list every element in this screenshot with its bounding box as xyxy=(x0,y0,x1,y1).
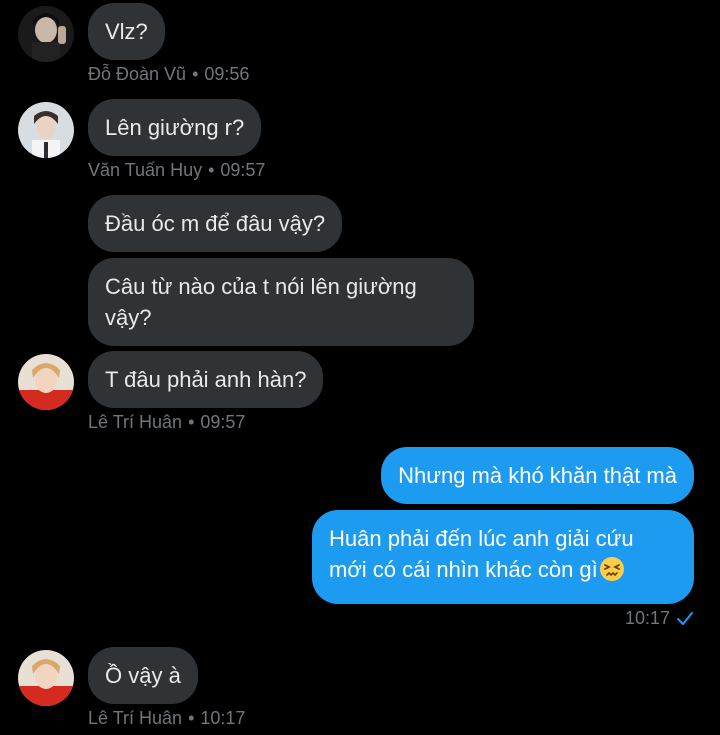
check-icon xyxy=(676,611,694,632)
message-text: Đầu óc m để đâu vậy? xyxy=(105,211,326,236)
outgoing-message-bubble[interactable]: Huân phải đến lúc anh giải cứu mới có cá… xyxy=(312,510,694,604)
message-bubble[interactable]: Ồ vậy à xyxy=(88,647,198,704)
sender-name[interactable]: Văn Tuấn Huy xyxy=(88,160,202,180)
message-text: Nhưng mà khó khăn thật mà xyxy=(398,463,677,488)
message-bubble[interactable]: Lên giường r? xyxy=(88,99,262,156)
message-meta: Đỗ Đoàn Vũ • 09:56 xyxy=(88,64,249,85)
message-meta: Lê Trí Huân • 09:57 xyxy=(88,412,245,433)
avatar-photo xyxy=(18,354,74,410)
persevering-face-icon xyxy=(599,556,625,590)
message-text: T đâu phải anh hàn? xyxy=(105,367,307,392)
message-bubble[interactable]: Đầu óc m để đâu vậy? xyxy=(88,195,343,252)
message-meta: 10:17 xyxy=(625,608,694,632)
message-text: Ồ vậy à xyxy=(105,663,181,688)
separator: • xyxy=(192,64,199,84)
timestamp: 10:17 xyxy=(200,708,246,728)
separator: • xyxy=(208,160,215,180)
avatar[interactable] xyxy=(18,102,74,158)
timestamp: 09:57 xyxy=(200,412,246,432)
message-meta: Văn Tuấn Huy • 09:57 xyxy=(88,160,265,181)
avatar-photo xyxy=(18,6,74,62)
message-text: Lên giường r? xyxy=(105,115,245,140)
sender-name[interactable]: Lê Trí Huân xyxy=(88,412,182,432)
sender-name[interactable]: Lê Trí Huân xyxy=(88,708,182,728)
outgoing-message-bubble[interactable]: Nhưng mà khó khăn thật mà xyxy=(381,447,694,504)
avatar[interactable] xyxy=(18,650,74,706)
message-text: Vlz? xyxy=(105,19,148,44)
separator: • xyxy=(188,412,195,432)
message-text-line: Huân phải đến lúc anh giải cứu xyxy=(329,526,634,551)
message-bubble[interactable]: Câu từ nào của t nói lên giường vậy? xyxy=(88,258,474,346)
avatar[interactable] xyxy=(18,354,74,410)
avatar[interactable] xyxy=(18,6,74,62)
avatar-photo xyxy=(18,102,74,158)
avatar-photo xyxy=(18,650,74,706)
message-bubble[interactable]: T đâu phải anh hàn? xyxy=(88,351,324,408)
message-text-line: Câu từ nào của t nói lên giường xyxy=(105,274,417,299)
message-text-line: mới có cái nhìn khác còn gì xyxy=(329,557,598,582)
timestamp: 09:56 xyxy=(204,64,250,84)
separator: • xyxy=(188,708,195,728)
message-text-line: vậy? xyxy=(105,305,152,330)
sender-name[interactable]: Đỗ Đoàn Vũ xyxy=(88,64,186,84)
timestamp: 10:17 xyxy=(624,608,670,628)
timestamp: 09:57 xyxy=(220,160,266,180)
message-bubble[interactable]: Vlz? xyxy=(88,3,165,60)
message-meta: Lê Trí Huân • 10:17 xyxy=(88,708,245,729)
